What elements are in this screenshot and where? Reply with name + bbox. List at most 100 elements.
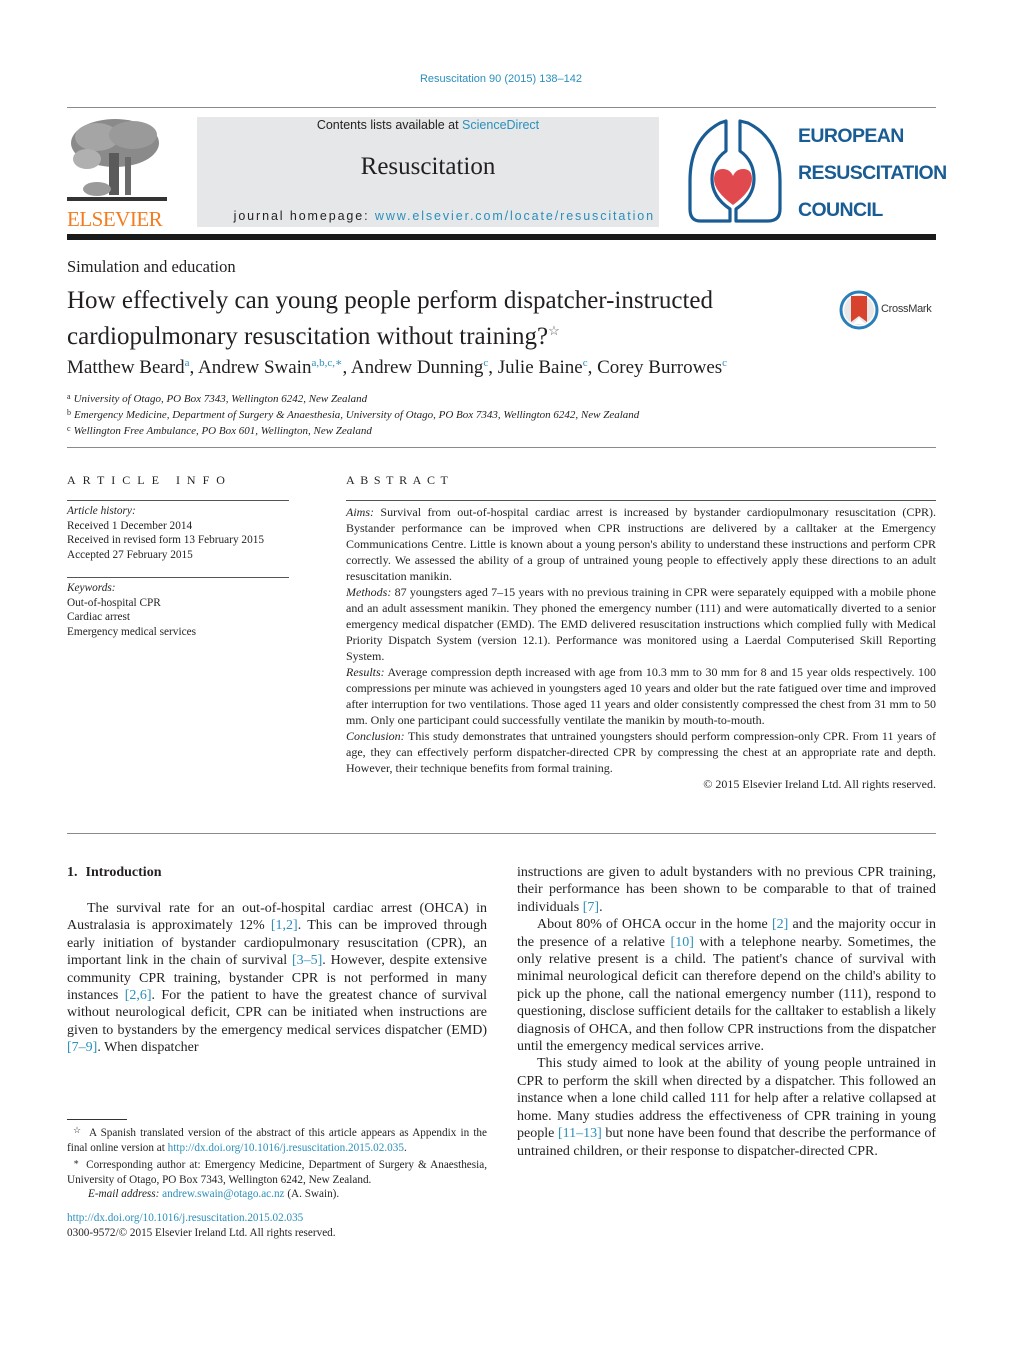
author-affiliation-sup[interactable]: c: [483, 357, 488, 369]
abstract-section-label: Methods:: [346, 585, 392, 599]
doi-link[interactable]: http://dx.doi.org/10.1016/j.resuscitatio…: [168, 1142, 404, 1154]
abstract-aims: Aims: Survival from out-of-hospital card…: [346, 504, 936, 584]
citation-link[interactable]: [7–9]: [67, 1040, 97, 1055]
erc-line-3: COUNCIL: [798, 199, 883, 221]
footnote-translation: ☆ A Spanish translated version of the ab…: [67, 1123, 487, 1155]
history-item: Received 1 December 2014: [67, 519, 193, 532]
citation-link[interactable]: [2,6]: [125, 988, 152, 1003]
section-number: 1.: [67, 865, 78, 880]
author-affiliation-sup[interactable]: a,b,c,∗: [311, 357, 342, 369]
email-label: E-mail address:: [88, 1188, 160, 1201]
author-name[interactable]: Corey Burrowes: [597, 357, 722, 378]
affiliation-text: Emergency Medicine, Department of Surger…: [74, 409, 640, 421]
footnote-text: Corresponding author at: Emergency Medic…: [67, 1159, 487, 1186]
divider: [346, 500, 936, 501]
citation-link[interactable]: [10]: [671, 935, 694, 950]
section-heading-introduction: 1. Introduction: [67, 865, 161, 881]
footnote-text: .: [403, 1141, 407, 1154]
paragraph-text: .: [599, 899, 603, 915]
journal-citation-link[interactable]: Resuscitation 90 (2015) 138–142: [0, 73, 1002, 85]
section-label: Simulation and education: [67, 257, 236, 276]
divider: [67, 577, 289, 578]
keyword-item: Out-of-hospital CPR: [67, 596, 161, 609]
affiliation-item: b Emergency Medicine, Department of Surge…: [67, 406, 639, 422]
article-title: How effectively can young people perform…: [67, 286, 827, 352]
top-divider: [67, 107, 936, 108]
homepage-link[interactable]: www.elsevier.com/locate/resuscitation: [375, 209, 655, 223]
author-affiliation-sup[interactable]: a: [185, 357, 190, 369]
abstract-section-text: 87 youngsters aged 7–15 years with no pr…: [346, 585, 936, 663]
issn-copyright: 0300-9572/© 2015 Elsevier Ireland Ltd. A…: [67, 1226, 336, 1239]
affiliation-text: Wellington Free Ambulance, PO Box 601, W…: [73, 425, 372, 437]
citation-link[interactable]: [2]: [772, 917, 788, 932]
paragraph: instructions are given to adult bystande…: [517, 864, 936, 916]
abstract-methods: Methods: 87 youngsters aged 7–15 years w…: [346, 584, 936, 664]
footnote-corr-mark: ∗: [73, 1157, 80, 1168]
journal-title[interactable]: Resuscitation: [197, 153, 659, 181]
keywords-label: Keywords:: [67, 582, 116, 594]
citation-link[interactable]: [7]: [583, 900, 599, 915]
affiliation-mark: b: [67, 408, 71, 417]
abstract-copyright: © 2015 Elsevier Ireland Ltd. All rights …: [703, 777, 936, 791]
citation-link[interactable]: [11–13]: [558, 1126, 602, 1141]
abstract-section-label: Aims:: [346, 505, 374, 519]
society-logo[interactable]: EUROPEAN RESUSCITATION COUNCIL: [686, 117, 947, 227]
paragraph-text: with a telephone nearby. Sometimes, the …: [517, 934, 937, 1055]
journal-homepage: journal homepage: www.elsevier.com/locat…: [234, 209, 655, 223]
keywords: Keywords: Out-of-hospital CPR Cardiac ar…: [67, 581, 196, 639]
elsevier-wordmark: ELSEVIER: [67, 207, 163, 231]
abstract-section-label: Results:: [346, 665, 385, 679]
affiliations: a University of Otago, PO Box 7343, Welli…: [67, 390, 639, 438]
email-link[interactable]: andrew.swain@otago.ac.nz: [162, 1188, 284, 1200]
author-affiliation-sup[interactable]: c: [583, 357, 588, 369]
author-name[interactable]: Matthew Beard: [67, 357, 185, 378]
history-item: Accepted 27 February 2015: [67, 548, 193, 561]
contents-prefix: Contents lists available at: [316, 118, 463, 132]
abstract-results: Results: Average compression depth incre…: [346, 664, 936, 728]
abstract-section-label: Conclusion:: [346, 729, 405, 743]
abstract-section-text: Average compression depth increased with…: [346, 665, 936, 727]
abstract-section-text: Survival from out-of-hospital cardiac ar…: [346, 505, 936, 583]
divider: [67, 500, 289, 501]
citation-link[interactable]: [1,2]: [271, 918, 298, 933]
section-title: Introduction: [85, 865, 162, 880]
author-name[interactable]: Andrew Dunning: [351, 357, 483, 378]
abstract-body: Aims: Survival from out-of-hospital card…: [346, 504, 936, 792]
divider: [67, 833, 936, 834]
abstract-conclusion: Conclusion: This study demonstrates that…: [346, 728, 936, 776]
paragraph-text: instructions are given to adult bystande…: [517, 865, 936, 915]
erc-line-2: RESUSCITATION: [798, 162, 947, 184]
affiliation-mark: a: [67, 392, 71, 401]
paragraph-text: About 80% of OHCA occur in the home: [537, 917, 772, 933]
divider: [67, 447, 936, 448]
history-item: Received in revised form 13 February 201…: [67, 534, 265, 546]
keyword-item: Emergency medical services: [67, 625, 197, 638]
footnotes: ☆ A Spanish translated version of the ab…: [67, 1123, 487, 1202]
abstract-section-text: This study demonstrates that untrained y…: [346, 729, 936, 775]
citation-link[interactable]: [3–5]: [292, 953, 322, 968]
sciencedirect-link[interactable]: ScienceDirect: [462, 118, 539, 132]
publisher-logo[interactable]: ELSEVIER: [67, 117, 167, 231]
paragraph: This study aimed to look at the ability …: [517, 1055, 936, 1159]
footnote-divider: [67, 1119, 127, 1120]
paragraph: The survival rate for an out-of-hospital…: [67, 900, 487, 1057]
contents-availability: Contents lists available at ScienceDirec…: [197, 118, 659, 132]
paragraph: About 80% of OHCA occur in the home [2] …: [517, 916, 936, 1055]
footnote-star-mark: ☆: [73, 1125, 83, 1135]
doi-link[interactable]: http://dx.doi.org/10.1016/j.resuscitatio…: [67, 1211, 336, 1226]
title-line-2: cardiopulmonary resuscitation without tr…: [67, 323, 549, 350]
header-divider: [67, 234, 936, 240]
author-name[interactable]: Andrew Swain: [198, 357, 311, 378]
author-name[interactable]: Julie Baine: [498, 357, 583, 378]
abstract-heading: ABSTRACT: [346, 473, 454, 487]
author-affiliation-sup[interactable]: c: [722, 357, 727, 369]
body-column-left: The survival rate for an out-of-hospital…: [67, 900, 487, 1057]
crossmark-button[interactable]: CrossMark: [839, 290, 949, 330]
footnote-corresponding: ∗ Corresponding author at: Emergency Med…: [67, 1155, 487, 1187]
title-footnote-star[interactable]: ☆: [548, 323, 560, 338]
article-history: Article history: Received 1 December 201…: [67, 504, 264, 562]
crossmark-icon: [839, 290, 879, 330]
doi-footer: http://dx.doi.org/10.1016/j.resuscitatio…: [67, 1211, 336, 1240]
article-info-heading: ARTICLE INFO: [67, 473, 232, 487]
keyword-item: Cardiac arrest: [67, 611, 131, 623]
